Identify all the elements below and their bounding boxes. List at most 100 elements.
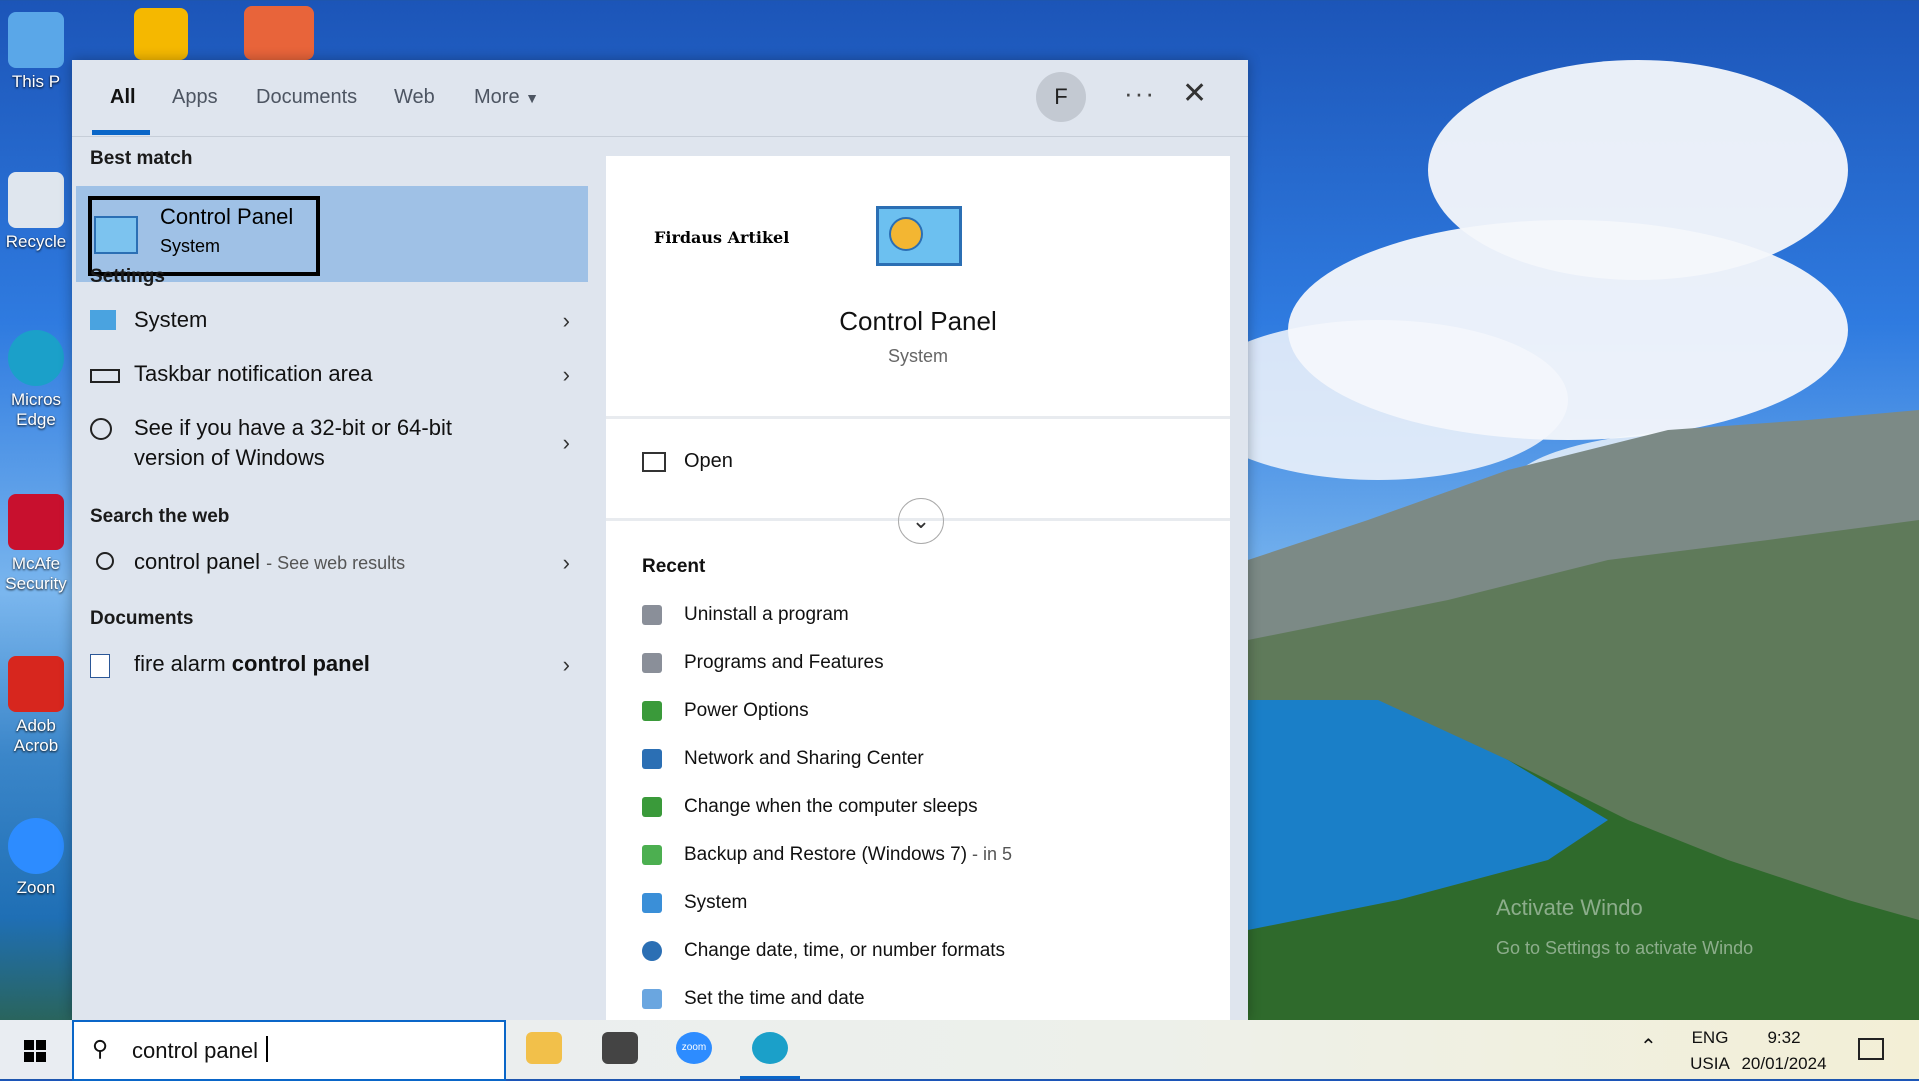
more-options-icon[interactable]: ···: [1124, 78, 1156, 109]
edge-taskbar-icon[interactable]: [752, 1032, 788, 1064]
recent-item-label: Change when the computer sleeps: [684, 796, 978, 817]
winamp-desktop-icon[interactable]: [134, 8, 188, 60]
chevron-down-icon: ⌄: [911, 508, 931, 533]
tab-web[interactable]: Web: [394, 86, 435, 109]
tab-documents[interactable]: Documents: [256, 86, 357, 109]
date-time-icon: [642, 988, 662, 1009]
active-tab-indicator: [92, 130, 150, 135]
web-result[interactable]: control panel - See web results ›: [90, 548, 570, 580]
divider: [606, 416, 1230, 419]
recent-item-label: Backup and Restore (Windows 7): [684, 844, 968, 865]
input-language[interactable]: ENG USIA: [1684, 1028, 1736, 1074]
settings-item-system[interactable]: System ›: [90, 306, 570, 338]
search-web-heading: Search the web: [90, 506, 230, 527]
desktop-icon-acrobat[interactable]: Adob Acrob: [0, 656, 72, 756]
recycle-bin-icon: [8, 172, 64, 228]
recent-item[interactable]: System: [642, 892, 747, 914]
recent-item[interactable]: Uninstall a program: [642, 604, 849, 626]
document-result[interactable]: fire alarm control panel ›: [90, 650, 570, 682]
desktop-icon-zoom[interactable]: Zoon: [0, 818, 72, 898]
region-code: USIA: [1690, 1054, 1730, 1073]
settings-item-taskbar[interactable]: Taskbar notification area ›: [90, 360, 570, 392]
recent-item-label: Network and Sharing Center: [684, 748, 924, 769]
close-icon[interactable]: ✕: [1182, 76, 1207, 111]
brand-watermark: Firdaus Artikel: [654, 228, 790, 247]
web-query: control panel: [134, 549, 260, 574]
desktop-icon-this-pc[interactable]: This P: [0, 12, 72, 92]
recent-item[interactable]: Programs and Features: [642, 652, 884, 674]
powerpoint-desktop-icon[interactable]: [244, 6, 314, 60]
desktop-wallpaper: Activate Windo Go to Settings to activat…: [1248, 0, 1919, 1020]
globe-clock-icon: [642, 940, 662, 961]
edge-icon: [8, 330, 64, 386]
chevron-right-icon: ›: [562, 652, 570, 677]
open-action[interactable]: Open: [642, 450, 733, 473]
file-explorer-icon[interactable]: [526, 1032, 562, 1064]
control-panel-icon: [876, 206, 962, 266]
monitor-icon: [90, 310, 116, 330]
chevron-down-icon: ▼: [525, 90, 539, 106]
recent-item[interactable]: Network and Sharing Center: [642, 748, 924, 770]
control-panel-icon: [94, 216, 138, 254]
recent-heading: Recent: [642, 556, 706, 577]
uninstall-program-icon: [642, 604, 662, 625]
taskbar-search-input[interactable]: ⚲ control panel: [72, 1020, 506, 1081]
desktop-icon-label: Micros Edge: [10, 390, 62, 429]
desktop-icon-edge[interactable]: Micros Edge: [0, 330, 72, 430]
open-icon: [642, 451, 666, 472]
tab-more[interactable]: More ▼: [474, 86, 539, 109]
expand-button[interactable]: ⌄: [898, 498, 944, 544]
notification-icon[interactable]: [1858, 1038, 1884, 1060]
recent-item[interactable]: Change date, time, or number formats: [642, 940, 1005, 962]
windows-logo-icon: [24, 1040, 34, 1050]
recent-item-label: Set the time and date: [684, 988, 865, 1009]
recent-item-label: Uninstall a program: [684, 604, 849, 625]
tab-more-label: More: [474, 86, 520, 108]
chevron-right-icon: ›: [562, 430, 570, 455]
monitor-icon: [8, 12, 64, 68]
open-label: Open: [684, 450, 733, 472]
zoom-icon: [8, 818, 64, 874]
best-match-subtitle: System: [160, 236, 221, 256]
recent-item[interactable]: Power Options: [642, 700, 809, 722]
mail-icon[interactable]: [602, 1032, 638, 1064]
preview-title: Control Panel: [839, 306, 997, 336]
desktop-icon-mcafee[interactable]: McAfe Security: [0, 494, 72, 594]
backup-restore-icon: [642, 844, 662, 865]
document-match: control panel: [231, 651, 370, 676]
recent-item[interactable]: Backup and Restore (Windows 7) - in 5: [642, 844, 1012, 866]
desktop-icon-recycle-bin[interactable]: Recycle: [0, 172, 72, 252]
recent-item-label: Change date, time, or number formats: [684, 940, 1006, 961]
clock[interactable]: 9:32 20/01/2024: [1734, 1028, 1834, 1074]
web-suffix: - See web results: [266, 553, 406, 573]
document-result-text: fire alarm control panel: [134, 650, 370, 678]
settings-heading: Settings: [90, 266, 165, 287]
settings-item-32-64-bit[interactable]: See if you have a 32-bit or 64-bit versi…: [90, 414, 570, 474]
results-list: Best match Control Panel System Settings…: [72, 136, 588, 1020]
chevron-right-icon: ›: [562, 550, 570, 575]
search-icon: ⚲: [92, 1036, 109, 1061]
best-match-title: Control Panel: [160, 204, 294, 229]
programs-features-icon: [642, 652, 662, 673]
preview-subtitle: System: [887, 346, 948, 366]
zoom-taskbar-icon[interactable]: zoom: [676, 1032, 712, 1064]
power-options-icon: [642, 700, 662, 721]
settings-item-label: See if you have a 32-bit or 64-bit: [134, 415, 452, 440]
recent-item[interactable]: Set the time and date: [642, 988, 865, 1010]
tab-apps[interactable]: Apps: [172, 86, 218, 109]
pie-chart-glyph: [889, 217, 923, 251]
settings-item-label: Taskbar notification area: [134, 361, 373, 386]
desktop-icon-label: Adob Acrob: [13, 716, 59, 755]
start-button[interactable]: [24, 1040, 46, 1062]
tab-all[interactable]: All: [110, 86, 136, 109]
search-panel: All Apps Documents Web More ▼ F ··· ✕ Be…: [72, 60, 1248, 1020]
recent-item-label: Programs and Features: [684, 652, 884, 673]
show-hidden-icons-chevron-icon[interactable]: ⌃: [1640, 1034, 1657, 1059]
recent-item[interactable]: Change when the computer sleeps: [642, 796, 978, 818]
info-icon: [90, 418, 112, 440]
recent-item-label: Power Options: [684, 700, 809, 721]
chevron-right-icon: ›: [562, 362, 570, 387]
user-avatar[interactable]: F: [1036, 72, 1086, 122]
text-cursor: [266, 1036, 268, 1062]
desktop-icon-label: Recycle: [5, 232, 67, 251]
